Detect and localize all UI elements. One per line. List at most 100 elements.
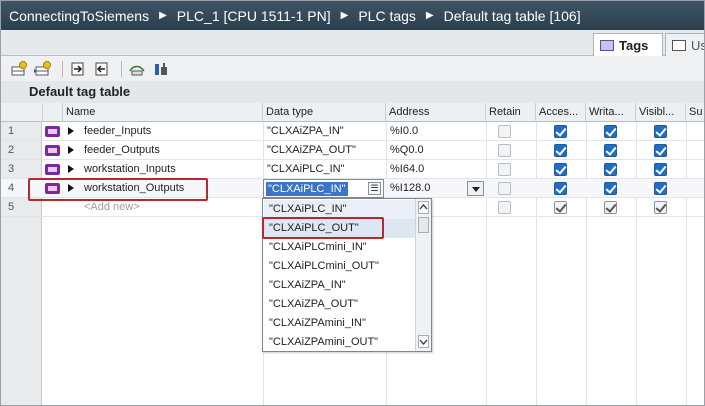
highlight-box-tag-name: [28, 178, 208, 201]
retain-checkbox: [498, 201, 511, 214]
row-number: 3: [8, 163, 15, 175]
dropdown-option[interactable]: "CLXAiPLCmini_OUT": [264, 257, 415, 276]
add-row-button[interactable]: [9, 60, 29, 78]
scroll-up-icon[interactable]: [418, 201, 429, 214]
dropdown-option[interactable]: "CLXAiPLCmini_IN": [264, 238, 415, 257]
export-icon: [71, 62, 84, 76]
breadcrumb-plc[interactable]: PLC_1 [CPU 1511-1 PN]: [177, 8, 331, 24]
breadcrumb-separator-icon: ▶: [159, 10, 167, 21]
header-data-type[interactable]: Data type: [263, 103, 386, 122]
writable-checkbox[interactable]: [604, 163, 617, 176]
scroll-thumb[interactable]: [418, 217, 429, 233]
data-type-input-selected-text[interactable]: "CLXAiPLC_IN": [266, 182, 348, 196]
export-button[interactable]: [68, 60, 88, 78]
row-number: 2: [8, 144, 15, 156]
writable-checkbox: [604, 201, 617, 214]
table-row[interactable]: 1 feeder_Inputs "CLXAiZPA_IN" %I0.0: [1, 122, 704, 141]
breadcrumb-project[interactable]: ConnectingToSiemens: [9, 8, 149, 24]
scroll-down-icon[interactable]: [418, 335, 429, 348]
tab-tags-label: Tags: [619, 37, 649, 53]
toolbar-separator: [121, 61, 122, 77]
settings-button[interactable]: [151, 60, 171, 78]
tab-user-constants[interactable]: Us: [665, 33, 704, 56]
visible-checkbox[interactable]: [654, 182, 667, 195]
tab-tags[interactable]: Tags: [593, 33, 663, 56]
dropdown-scrollbar[interactable]: [415, 199, 431, 351]
accessible-checkbox[interactable]: [554, 125, 567, 138]
retain-checkbox[interactable]: [498, 144, 511, 157]
tag-name[interactable]: feeder_Outputs: [81, 141, 261, 160]
dropdown-option[interactable]: "CLXAiZPA_IN": [264, 276, 415, 295]
header-address[interactable]: Address: [386, 103, 486, 122]
visible-checkbox[interactable]: [654, 144, 667, 157]
insert-row-button[interactable]: [33, 60, 53, 78]
tag-data-type[interactable]: "CLXAiZPA_IN": [264, 122, 384, 141]
writable-checkbox[interactable]: [604, 182, 617, 195]
tag-icon: [45, 145, 60, 156]
tag-address[interactable]: %Q0.0: [387, 141, 485, 160]
header-name[interactable]: Name: [63, 103, 263, 122]
breadcrumb-separator-icon: ▶: [425, 10, 434, 21]
breadcrumb-tag-table: Default tag table [106]: [443, 7, 581, 24]
accessible-checkbox: [554, 201, 567, 214]
list-icon[interactable]: ☰: [368, 182, 381, 195]
accessible-checkbox[interactable]: [554, 144, 567, 157]
visible-checkbox: [654, 201, 667, 214]
monitor-icon: [129, 65, 145, 76]
tag-data-type[interactable]: "CLXAiZPA_OUT": [264, 141, 384, 160]
header-accessible[interactable]: Acces...: [536, 103, 586, 122]
add-row-icon: [11, 61, 27, 76]
tab-user-constants-label: Us: [691, 37, 704, 53]
header-icon-column: [43, 103, 63, 122]
visible-checkbox[interactable]: [654, 125, 667, 138]
accessible-checkbox[interactable]: [554, 163, 567, 176]
tag-address[interactable]: %I64.0: [387, 160, 485, 179]
header-supervision[interactable]: Su: [686, 103, 704, 122]
row-number: 4: [8, 182, 15, 194]
breadcrumb-separator-icon: ▶: [340, 10, 349, 21]
header-writable[interactable]: Writa...: [586, 103, 636, 122]
breadcrumb-plc-tags[interactable]: PLC tags: [358, 8, 416, 24]
settings-icon: [155, 63, 167, 75]
section-title: Default tag table: [1, 81, 704, 103]
expand-arrow-icon[interactable]: [68, 127, 74, 135]
retain-checkbox[interactable]: [498, 182, 511, 195]
monitor-button[interactable]: [127, 60, 147, 78]
breadcrumb: ConnectingToSiemens ▶ PLC_1 [CPU 1511-1 …: [1, 1, 704, 30]
expand-arrow-icon[interactable]: [68, 146, 74, 154]
retain-checkbox[interactable]: [498, 125, 511, 138]
editor-tabs: Tags Us: [1, 30, 704, 56]
row-number: 1: [8, 125, 15, 137]
header-visible[interactable]: Visibl...: [636, 103, 686, 122]
tag-name[interactable]: feeder_Inputs: [81, 122, 261, 141]
tag-address[interactable]: %I0.0: [387, 122, 485, 141]
visible-checkbox[interactable]: [654, 163, 667, 176]
tag-icon: [45, 126, 60, 137]
tag-table-icon: [600, 39, 614, 51]
table-row[interactable]: 3 workstation_Inputs "CLXAiPLC_IN" %I64.…: [1, 160, 704, 179]
dropdown-option[interactable]: "CLXAiZPA_OUT": [264, 295, 415, 314]
expand-arrow-icon[interactable]: [68, 165, 74, 173]
tia-portal-window: ConnectingToSiemens ▶ PLC_1 [CPU 1511-1 …: [0, 0, 705, 406]
dropdown-option[interactable]: "CLXAiZPAmini_IN": [264, 314, 415, 333]
dropdown-option[interactable]: "CLXAiZPAmini_OUT": [264, 333, 415, 352]
table-row[interactable]: 2 feeder_Outputs "CLXAiZPA_OUT" %Q0.0: [1, 141, 704, 160]
import-button[interactable]: [92, 60, 112, 78]
user-constants-icon: [672, 39, 686, 51]
row-number: 5: [8, 201, 15, 213]
import-icon: [95, 62, 108, 76]
accessible-checkbox[interactable]: [554, 182, 567, 195]
header-retain[interactable]: Retain: [486, 103, 536, 122]
data-type-editor[interactable]: "CLXAiPLC_IN" ☰: [263, 179, 384, 198]
writable-checkbox[interactable]: [604, 144, 617, 157]
writable-checkbox[interactable]: [604, 125, 617, 138]
toolbar-separator: [62, 61, 63, 77]
highlight-box-dropdown-option: [262, 217, 384, 239]
retain-checkbox[interactable]: [498, 163, 511, 176]
address-dropdown-button[interactable]: [467, 181, 484, 196]
tag-address[interactable]: %I128.0: [387, 179, 465, 198]
header-row-number: [1, 103, 43, 122]
toolbar: [1, 57, 704, 81]
tag-data-type[interactable]: "CLXAiPLC_IN": [264, 160, 384, 179]
tag-name[interactable]: workstation_Inputs: [81, 160, 261, 179]
